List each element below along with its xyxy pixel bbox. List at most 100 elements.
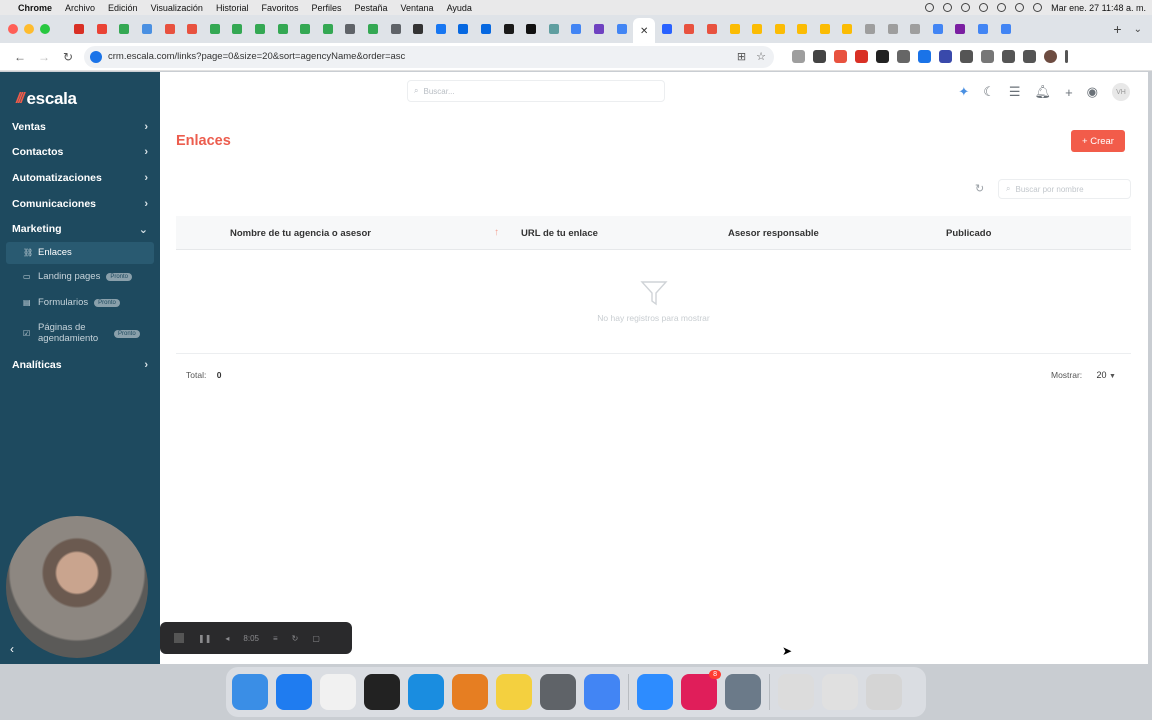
dock-app-icon[interactable] bbox=[232, 674, 268, 710]
menu-item-pestana[interactable]: Pestaña bbox=[354, 3, 387, 13]
cast-icon[interactable] bbox=[981, 50, 994, 63]
browser-tab[interactable] bbox=[768, 18, 791, 40]
menu-item-favoritos[interactable]: Favoritos bbox=[261, 3, 298, 13]
sidebar-item-marketing[interactable]: Marketing ⌄ bbox=[0, 216, 160, 242]
menubar-datetime[interactable]: Mar ene. 27 11:48 a. m. bbox=[1051, 3, 1146, 13]
browser-tab[interactable] bbox=[136, 18, 159, 40]
browser-tab[interactable] bbox=[814, 18, 837, 40]
reading-list-icon[interactable] bbox=[1023, 50, 1036, 63]
draw-icon[interactable]: ≡ bbox=[273, 634, 278, 643]
page-size-value[interactable]: 20 bbox=[1097, 370, 1107, 380]
volume-icon[interactable] bbox=[979, 3, 989, 12]
ai-sparkle-icon[interactable]: ✦ bbox=[958, 84, 969, 100]
browser-tab[interactable] bbox=[204, 18, 227, 40]
address-url[interactable]: crm.escala.com/links?page=0&size=20&sort… bbox=[108, 51, 405, 62]
sidebar-subitem-enlaces[interactable]: ⛓ Enlaces bbox=[6, 241, 154, 264]
browser-tab[interactable] bbox=[384, 18, 407, 40]
table-search-input[interactable]: ⌕ Buscar por nombre bbox=[998, 179, 1131, 199]
sidebar-subitem-formularios[interactable]: ▤ Formularios Pronto bbox=[0, 290, 160, 316]
menu-item-edicion[interactable]: Edición bbox=[108, 3, 138, 13]
close-tab-icon[interactable]: ✕ bbox=[640, 26, 648, 37]
support-headset-icon[interactable]: ◉ bbox=[1087, 84, 1098, 100]
reload-icon[interactable]: ↻ bbox=[56, 50, 80, 64]
extension-icon[interactable] bbox=[792, 50, 805, 63]
site-info-icon[interactable] bbox=[90, 50, 102, 63]
extension-icon[interactable] bbox=[855, 50, 868, 63]
browser-tab[interactable] bbox=[610, 18, 633, 40]
sidebar-subitem-paginas-agendamiento[interactable]: ☑ Páginas de agendamiento Pronto bbox=[0, 316, 160, 352]
translate-icon[interactable]: ⊞ bbox=[737, 50, 746, 63]
dock-app-icon[interactable] bbox=[364, 674, 400, 710]
browser-tab[interactable] bbox=[949, 18, 972, 40]
browser-tab[interactable] bbox=[994, 18, 1017, 40]
menu-app-name[interactable]: Chrome bbox=[18, 3, 52, 13]
sidebar-subitem-landing-pages[interactable]: ▭ Landing pages Pronto bbox=[0, 264, 160, 290]
browser-tab[interactable] bbox=[91, 18, 114, 40]
browser-tab[interactable] bbox=[836, 18, 859, 40]
browser-tab[interactable] bbox=[791, 18, 814, 40]
caret-down-icon[interactable]: ▼ bbox=[1109, 373, 1116, 380]
create-button[interactable]: + Crear bbox=[1071, 130, 1125, 152]
browser-tab[interactable] bbox=[859, 18, 882, 40]
tab-search-chevron-icon[interactable]: ⌄ bbox=[1134, 24, 1142, 35]
page-size-selector[interactable]: Mostrar: 20 ▼ bbox=[1051, 370, 1116, 380]
minimize-window-button[interactable] bbox=[24, 24, 34, 34]
menu-item-ventana[interactable]: Ventana bbox=[401, 3, 434, 13]
sidebar-item-contactos[interactable]: Contactos › bbox=[0, 140, 160, 166]
sidebar-item-comunicaciones[interactable]: Comunicaciones › bbox=[0, 191, 160, 217]
menu-item-visualizacion[interactable]: Visualización bbox=[151, 3, 203, 13]
search-icon[interactable] bbox=[1033, 3, 1043, 12]
browser-tab[interactable] bbox=[904, 18, 927, 40]
browser-tab[interactable] bbox=[430, 18, 453, 40]
browser-tab[interactable] bbox=[497, 18, 520, 40]
battery-icon[interactable] bbox=[997, 3, 1007, 12]
escala-logo[interactable]: /// escala bbox=[0, 72, 160, 112]
dock-app-icon[interactable] bbox=[408, 674, 444, 710]
sidebar-item-automatizaciones[interactable]: Automatizaciones › bbox=[0, 165, 160, 191]
dock-app-icon[interactable]: 8 bbox=[681, 670, 721, 710]
dock-app-icon[interactable] bbox=[866, 674, 902, 710]
zoom-window-button[interactable] bbox=[40, 24, 50, 34]
browser-tab[interactable] bbox=[294, 18, 317, 40]
close-window-button[interactable] bbox=[8, 24, 18, 34]
column-header-agency[interactable]: Nombre de tu agencia o asesor bbox=[230, 228, 371, 239]
extensions-puzzle-icon[interactable] bbox=[960, 50, 973, 63]
refresh-icon[interactable]: ↻ bbox=[975, 182, 984, 195]
dock-app-icon[interactable] bbox=[276, 674, 312, 710]
extension-icon[interactable] bbox=[813, 50, 826, 63]
browser-tab[interactable] bbox=[927, 18, 950, 40]
dock-app-icon[interactable] bbox=[452, 674, 488, 710]
extension-icon[interactable] bbox=[876, 50, 889, 63]
browser-tab[interactable] bbox=[542, 18, 565, 40]
dock-app-icon[interactable] bbox=[584, 674, 620, 710]
sidebar-item-ventas[interactable]: Ventas › bbox=[0, 114, 160, 140]
browser-tab[interactable] bbox=[723, 18, 746, 40]
dock-app-icon[interactable] bbox=[540, 674, 576, 710]
browser-tab[interactable] bbox=[317, 18, 340, 40]
extension-icon[interactable] bbox=[918, 50, 931, 63]
browser-tab[interactable] bbox=[655, 18, 678, 40]
menu-item-archivo[interactable]: Archivo bbox=[65, 3, 95, 13]
profile-avatar[interactable] bbox=[1044, 50, 1057, 63]
download-icon[interactable] bbox=[1002, 50, 1015, 63]
forward-arrow-icon[interactable]: → bbox=[32, 50, 56, 64]
browser-tab[interactable] bbox=[271, 18, 294, 40]
browser-tab[interactable] bbox=[158, 18, 181, 40]
restart-icon[interactable]: ↻ bbox=[292, 634, 299, 643]
menu-item-perfiles[interactable]: Perfiles bbox=[311, 3, 341, 13]
pause-icon[interactable]: ❚❚ bbox=[198, 634, 211, 643]
dock-app-icon[interactable] bbox=[725, 674, 761, 710]
browser-tab[interactable] bbox=[701, 18, 724, 40]
status-icon[interactable] bbox=[961, 3, 971, 12]
extension-icon[interactable] bbox=[897, 50, 910, 63]
browser-tab[interactable] bbox=[972, 18, 995, 40]
plus-icon[interactable]: + bbox=[1065, 85, 1073, 100]
theme-moon-icon[interactable]: ☾ bbox=[983, 84, 995, 100]
dock-app-icon[interactable] bbox=[496, 674, 532, 710]
menu-list-icon[interactable]: ☰ bbox=[1009, 84, 1021, 100]
wifi-icon[interactable] bbox=[1015, 3, 1025, 12]
browser-tab[interactable] bbox=[113, 18, 136, 40]
address-bar[interactable]: crm.escala.com/links?page=0&size=20&sort… bbox=[84, 45, 774, 68]
browser-tab[interactable] bbox=[475, 18, 498, 40]
menu-item-ayuda[interactable]: Ayuda bbox=[447, 3, 472, 13]
